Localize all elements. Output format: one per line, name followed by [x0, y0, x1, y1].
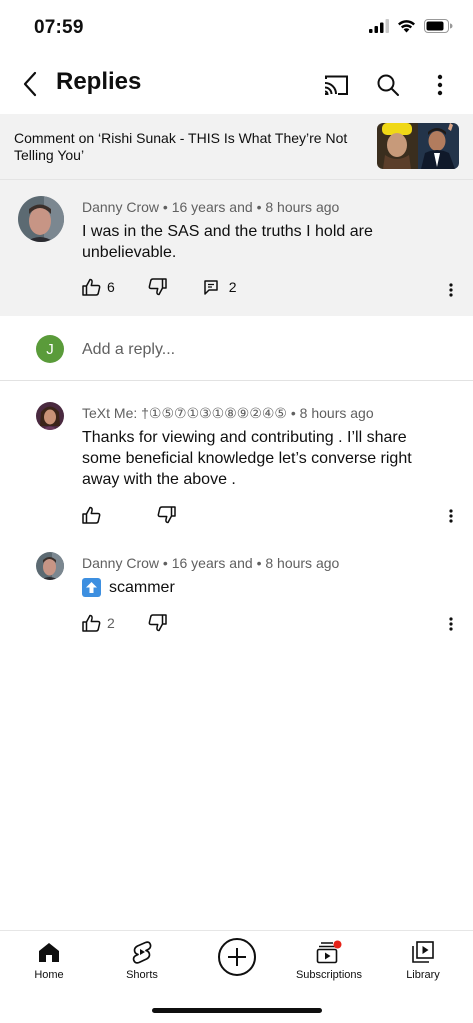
- like-icon: [82, 506, 101, 524]
- comment-meta: Danny Crow • 16 years and • 8 hours ago: [82, 555, 339, 571]
- more-vert-icon: [449, 617, 453, 631]
- status-time: 07:59: [34, 17, 84, 38]
- comment-author[interactable]: TeXt Me: †①⑤⑦①③①⑧⑨②④⑤: [82, 405, 287, 421]
- up-arrow-emoji: [82, 578, 101, 597]
- home-indicator: [152, 1008, 322, 1013]
- top-actions: [317, 66, 459, 104]
- nav-label: Subscriptions: [295, 969, 363, 981]
- more-vert-icon: [449, 509, 453, 523]
- comment-actions: 6 2: [82, 278, 237, 296]
- user-avatar: J: [36, 335, 64, 363]
- replies-button[interactable]: 2: [203, 279, 237, 295]
- meta-separator: •: [290, 405, 300, 421]
- comment-body: scammer: [109, 579, 175, 596]
- signal-icon: [369, 19, 389, 38]
- comment-author[interactable]: Danny Crow: [82, 199, 159, 215]
- comment-more-button[interactable]: [443, 278, 459, 302]
- reply-icon: [204, 280, 218, 295]
- avatar[interactable]: [36, 552, 64, 580]
- nav-subscriptions[interactable]: Subscriptions: [282, 931, 376, 991]
- dislike-icon: [148, 614, 167, 632]
- comment-meta: Danny Crow • 16 years and • 8 hours ago: [82, 199, 339, 215]
- dislike-button[interactable]: [148, 614, 167, 632]
- comment-meta: TeXt Me: †①⑤⑦①③①⑧⑨②④⑤ • 8 hours ago: [82, 405, 374, 422]
- nav-library[interactable]: Library: [376, 931, 470, 991]
- nav-home[interactable]: Home: [2, 931, 96, 991]
- more-vert-icon: [449, 283, 453, 297]
- status-bar: 07:59: [0, 0, 473, 56]
- reply-count: 2: [228, 279, 237, 295]
- comment-author-suffix: 16 years and: [171, 199, 253, 215]
- avatar[interactable]: [18, 196, 64, 242]
- more-vert-icon: [437, 74, 443, 96]
- home-icon: [39, 943, 59, 962]
- nav-label: Shorts: [126, 969, 158, 981]
- cast-button[interactable]: [317, 66, 355, 104]
- page-title: Replies: [56, 68, 142, 95]
- cast-icon: [324, 75, 348, 95]
- status-icons: [369, 19, 453, 38]
- like-icon: [82, 614, 101, 632]
- comment-time: 8 hours ago: [265, 199, 340, 215]
- dislike-icon: [148, 278, 167, 296]
- like-button[interactable]: [82, 506, 107, 524]
- reply-comment: TeXt Me: †①⑤⑦①③①⑧⑨②④⑤ • 8 hours ago Than…: [0, 396, 473, 536]
- shorts-icon: [132, 941, 152, 964]
- meta-separator: •: [162, 555, 172, 571]
- dislike-button[interactable]: [157, 506, 176, 524]
- comment-actions: 2: [82, 614, 167, 632]
- avatar[interactable]: [36, 402, 64, 430]
- create-icon: [228, 948, 246, 966]
- add-reply-row: J: [0, 316, 473, 381]
- like-count: 2: [107, 615, 115, 631]
- bottom-navigation: Home Shorts Subscriptions Library: [0, 930, 473, 990]
- comment-time: 8 hours ago: [299, 405, 374, 421]
- more-options-button[interactable]: [421, 66, 459, 104]
- like-button[interactable]: 6: [82, 278, 115, 296]
- meta-separator: •: [162, 199, 172, 215]
- comment-author-suffix: 16 years and: [171, 555, 253, 571]
- like-icon: [82, 278, 101, 296]
- nav-label: Library: [406, 969, 440, 981]
- comment-actions: [82, 506, 176, 524]
- top-app-bar: Replies: [0, 56, 473, 114]
- create-button[interactable]: [218, 938, 256, 976]
- dislike-icon: [157, 506, 176, 524]
- comment-time: 8 hours ago: [265, 555, 340, 571]
- back-icon: [23, 71, 37, 97]
- comment-more-button[interactable]: [443, 504, 459, 528]
- dislike-button[interactable]: [148, 278, 167, 296]
- search-icon: [377, 74, 399, 96]
- battery-icon: [424, 19, 453, 38]
- like-count: 6: [107, 279, 115, 295]
- comment-text: scammer: [82, 577, 437, 598]
- parent-comment: Danny Crow • 16 years and • 8 hours ago …: [0, 180, 473, 316]
- comment-text: I was in the SAS and the truths I hold a…: [82, 223, 373, 261]
- video-thumbnail[interactable]: [377, 123, 459, 169]
- library-icon: [412, 941, 434, 963]
- wifi-icon: [397, 19, 416, 38]
- search-button[interactable]: [369, 66, 407, 104]
- back-button[interactable]: [12, 66, 48, 102]
- reply-comment: Danny Crow • 16 years and • 8 hours ago …: [0, 548, 473, 648]
- reply-input[interactable]: [82, 338, 442, 362]
- like-button[interactable]: 2: [82, 614, 115, 632]
- comment-more-button[interactable]: [443, 612, 459, 636]
- comment-text: Thanks for viewing and contributing . I’…: [82, 429, 412, 488]
- context-title: Comment on ‘Rishi Sunak - THIS Is What T…: [14, 130, 348, 163]
- subscriptions-icon: [316, 940, 342, 964]
- nav-label: Home: [34, 969, 64, 981]
- comment-author[interactable]: Danny Crow: [82, 555, 159, 571]
- nav-shorts[interactable]: Shorts: [95, 931, 189, 991]
